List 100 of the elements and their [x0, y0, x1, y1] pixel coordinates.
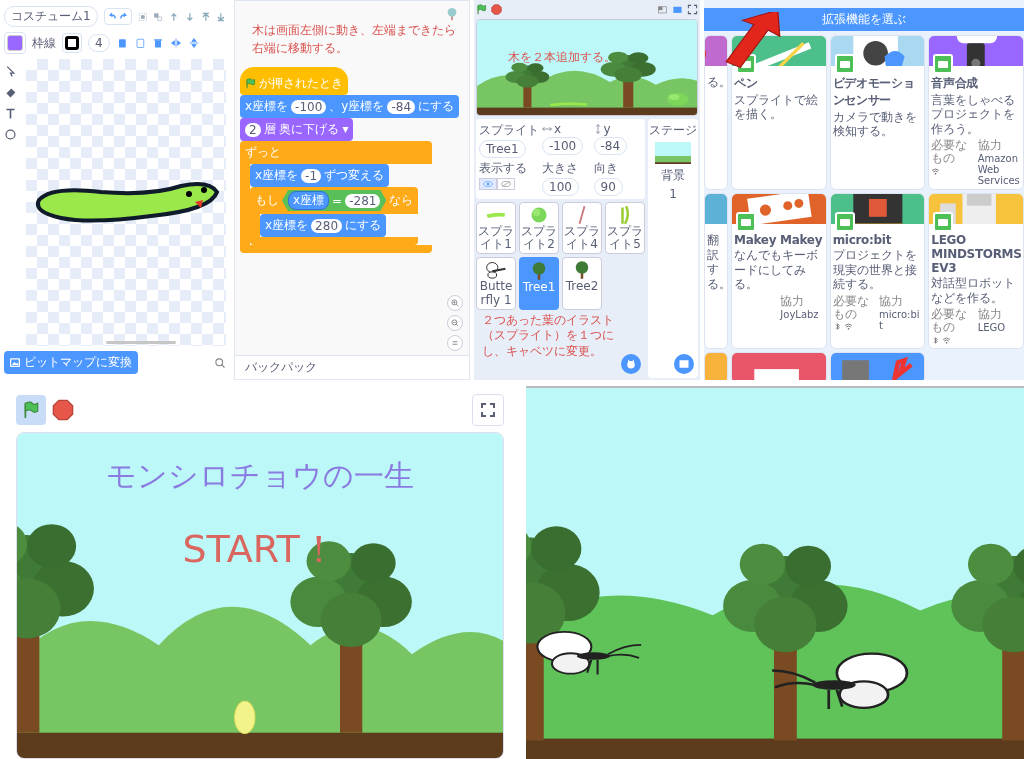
collaborator-name: JoyLabz — [780, 308, 820, 320]
fullscreen-icon[interactable] — [687, 3, 698, 15]
flag-icon[interactable] — [476, 3, 487, 15]
extension-card[interactable]: LEGO MINDSTORMS EV3 対話型ロボットなどを作る。 必要なもの 協力 LEGO — [928, 193, 1024, 349]
extension-card[interactable]: る。 — [704, 35, 728, 191]
stop-icon[interactable] — [491, 3, 502, 15]
choose-sprite-button[interactable] — [621, 354, 641, 374]
image-icon — [10, 358, 20, 367]
outline-label: 枠線 — [32, 34, 56, 52]
direction-label: 向き — [593, 160, 618, 177]
zoom-in-icon[interactable] — [450, 298, 460, 308]
extension-card[interactable]: 音声合成 言葉をしゃべるプロジェクトを作ろう。 必要なもの 協力 Amazon Web Services — [928, 35, 1024, 191]
eraser-icon[interactable] — [4, 86, 17, 99]
number-input[interactable]: -84 — [387, 99, 416, 114]
hide-button[interactable] — [497, 178, 515, 190]
costume-name-field[interactable]: コスチューム1 — [4, 6, 98, 27]
backpack-bar[interactable]: バックパック — [235, 355, 469, 379]
block-label: = — [332, 193, 343, 208]
flag-icon[interactable] — [22, 399, 40, 421]
stage-thumbnail[interactable] — [655, 142, 691, 164]
block-label: 層 — [263, 121, 276, 138]
number-input[interactable]: -100 — [291, 99, 327, 114]
sprite-tile[interactable]: スプライト1 — [476, 202, 516, 255]
text-tool-icon[interactable] — [4, 107, 17, 120]
wifi-icon — [931, 166, 941, 176]
flip-horizontal-icon[interactable] — [169, 37, 182, 49]
show-button[interactable] — [479, 178, 497, 190]
x-label: x — [554, 122, 562, 136]
small-stage-icon[interactable] — [657, 3, 668, 15]
collaborator-name: Amazon Web Services — [977, 153, 1021, 187]
ungroup-icon[interactable] — [153, 10, 164, 23]
sprite-tile[interactable]: スプライト4 — [562, 202, 602, 255]
block-label: にする — [345, 217, 381, 234]
stop-icon[interactable] — [52, 399, 74, 421]
block-label: 奥に下げる ▾ — [278, 121, 349, 138]
stage-label: ステージ — [649, 122, 697, 139]
collaborator-label: 協力 — [879, 294, 904, 308]
circle-tool-icon[interactable] — [4, 128, 17, 141]
outline-color-picker[interactable] — [62, 33, 82, 53]
number-input[interactable]: -281 — [345, 193, 381, 208]
extension-icon — [834, 54, 855, 74]
paste-icon[interactable] — [133, 37, 146, 49]
back-icon[interactable] — [216, 10, 226, 23]
motion-block[interactable]: x座標を 280 にする — [260, 214, 386, 237]
reshape-icon[interactable] — [4, 65, 17, 78]
fill-color-picker[interactable] — [4, 32, 26, 54]
tree-icon[interactable] — [445, 7, 459, 21]
zoom-out-icon[interactable] — [450, 318, 460, 328]
stage[interactable]: 木を２本追加する。 — [476, 19, 698, 116]
x-field[interactable]: -100 — [542, 137, 584, 155]
zoom-icon[interactable] — [214, 356, 226, 369]
fullscreen-button[interactable] — [472, 394, 504, 426]
block-label: なら — [389, 192, 414, 209]
backdrops-count: 1 — [669, 187, 677, 201]
backward-icon[interactable] — [184, 10, 195, 23]
group-icon[interactable] — [137, 10, 148, 23]
sprite-label: スプライト — [479, 122, 539, 139]
redo-icon[interactable] — [117, 11, 129, 22]
sprite-tile[interactable]: スプライト5 — [605, 202, 645, 255]
extension-card[interactable]: micro:bit プロジェクトを現実の世界と接続する。 必要なもの 協力 micro:bit — [829, 193, 926, 349]
wifi-icon — [843, 321, 853, 331]
number-input[interactable]: -1 — [301, 168, 322, 183]
flag-icon[interactable] — [245, 78, 256, 89]
condition-block[interactable]: x座標 = -281 — [282, 190, 387, 211]
y-field[interactable]: -84 — [593, 137, 628, 155]
block-label: x座標を — [265, 217, 309, 234]
delete-icon[interactable] — [151, 37, 164, 49]
reset-zoom-icon[interactable] — [450, 338, 460, 348]
sprite-tile[interactable]: スプライト2 — [519, 202, 559, 255]
forward-icon[interactable] — [169, 10, 179, 23]
extension-card[interactable]: ビデオモーションセンサー カメラで動きを検知する。 — [829, 35, 926, 191]
number-input[interactable]: 280 — [311, 218, 342, 233]
sprite-name-field[interactable]: Tree1 — [479, 140, 526, 158]
front-icon[interactable] — [200, 10, 211, 23]
control-block[interactable]: もし x座標 = -281 なら x座標を 280 にする — [250, 187, 419, 245]
choose-backdrop-button[interactable] — [674, 354, 694, 374]
block-label: x座標を — [245, 98, 289, 115]
motion-block[interactable]: x座標を -100 、y座標を -84 にする — [240, 95, 460, 118]
extension-card[interactable]: Makey Makey なんでもキーボードにしてみる。 協力 JoyLabz — [731, 193, 827, 349]
cabbage-drawing — [666, 92, 689, 106]
undo-icon[interactable] — [106, 11, 118, 22]
looks-block[interactable]: 2 層 奥に下げる ▾ — [240, 118, 354, 141]
control-block[interactable]: ずっと x座標を -1 ずつ変える もし x座標 = -281 なら x座標を 280 にする — [240, 141, 433, 253]
flag-button[interactable] — [16, 395, 46, 425]
motion-block[interactable]: x座標を -1 ずつ変える — [250, 164, 390, 187]
extension-card[interactable]: 翻訳する。 — [704, 193, 728, 349]
backdrops-label: 背景 — [661, 167, 685, 184]
number-input[interactable]: 2 — [245, 122, 261, 137]
outline-width-field[interactable]: 4 — [88, 34, 110, 52]
extension-card[interactable]: ペン スプライトで絵を描く。 — [731, 35, 827, 191]
direction-field[interactable]: 90 — [593, 178, 623, 196]
extension-description: プロジェクトを現実の世界と接続する。 — [832, 248, 918, 292]
extension-name: Makey Makey — [734, 233, 824, 248]
extension-description: なんでもキーボードにしてみる。 — [734, 248, 819, 292]
sprite-tile[interactable]: Tree2 — [562, 257, 602, 310]
dialog-title: 拡張機能を選ぶ — [704, 8, 1024, 31]
flip-vertical-icon[interactable] — [187, 37, 200, 49]
sprite-tile[interactable]: Butterfly 1 — [476, 257, 516, 310]
size-field[interactable]: 100 — [542, 178, 579, 196]
collaborator-label: 協力 — [977, 139, 1003, 153]
